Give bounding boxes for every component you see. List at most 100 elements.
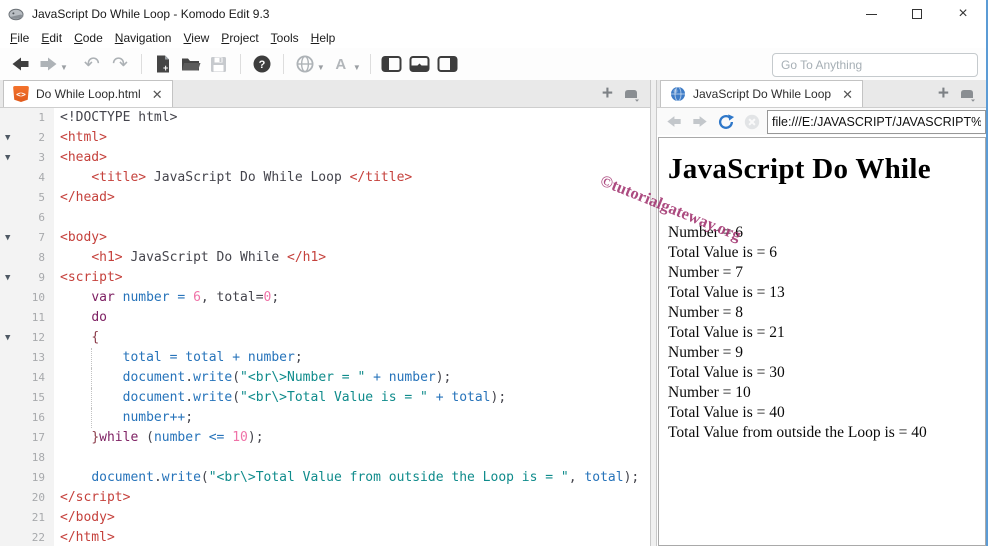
code-editor[interactable]: 1 <!DOCTYPE html> ▼ 2 <html> ▼ 3 <head> 4 <title…	[0, 108, 650, 546]
save-button[interactable]	[206, 51, 232, 77]
preview-tab[interactable]: JavaScript Do While Loop ✕	[660, 80, 863, 107]
menu-view[interactable]: View	[179, 29, 217, 47]
right-pane-icon	[437, 56, 458, 72]
menu-file[interactable]: File	[6, 29, 37, 47]
toggle-right-pane-button[interactable]	[435, 51, 461, 77]
tab-list-icon[interactable]	[959, 86, 977, 102]
code-text: <title> JavaScript Do While Loop </title…	[91, 170, 413, 185]
code-line[interactable]: ▼ 7 <body>	[0, 228, 650, 248]
font-dropdown-caret-icon[interactable]: ▼	[353, 63, 361, 72]
html-file-icon: <>	[13, 86, 29, 102]
line-number: 4	[0, 168, 54, 188]
refresh-icon	[719, 113, 735, 129]
menu-edit[interactable]: Edit	[37, 29, 70, 47]
back-button[interactable]	[7, 51, 33, 77]
new-tab-button[interactable]: +	[602, 84, 613, 103]
editor-tab-bar: <> Do While Loop.html ✕ +	[0, 80, 650, 108]
output-line: Total Value is = 30	[668, 364, 785, 381]
browser-preview-button[interactable]	[292, 51, 318, 77]
code-text: <body>	[60, 230, 107, 245]
line-number: ▼ 9	[0, 268, 54, 288]
code-line[interactable]: ▼ 9 <script>	[0, 268, 650, 288]
browser-back-button[interactable]	[663, 111, 685, 133]
menu-tools[interactable]: Tools	[267, 29, 307, 47]
tab-close-icon[interactable]: ✕	[842, 88, 853, 101]
browser-refresh-button[interactable]	[715, 111, 737, 133]
code-line[interactable]: ▼ 3 <head>	[0, 148, 650, 168]
code-line[interactable]: 5 </head>	[0, 188, 650, 208]
url-bar[interactable]	[767, 109, 986, 134]
help-button[interactable]: ?	[249, 51, 275, 77]
code-line[interactable]: 21 </body>	[0, 508, 650, 528]
tab-close-icon[interactable]: ✕	[152, 88, 163, 101]
stop-icon	[744, 114, 760, 129]
code-line[interactable]: 13 total = total + number;	[0, 348, 650, 368]
toolbar-separator	[239, 54, 241, 74]
open-file-button[interactable]	[178, 51, 204, 77]
code-line[interactable]: 8 <h1> JavaScript Do While </h1>	[0, 248, 650, 268]
close-button[interactable]: ×	[940, 0, 986, 28]
code-text: <head>	[60, 150, 107, 165]
code-line[interactable]: ▼ 12 {	[0, 328, 650, 348]
left-pane-icon	[381, 56, 402, 72]
browser-forward-icon	[693, 116, 707, 127]
line-number: 16	[0, 408, 54, 428]
browser-forward-button[interactable]	[689, 111, 711, 133]
menu-project[interactable]: Project	[217, 29, 266, 47]
code-line[interactable]: ▼ 2 <html>	[0, 128, 650, 148]
font-size-button[interactable]: A	[328, 51, 354, 77]
new-file-icon: +	[156, 55, 169, 73]
browser-toolbar	[657, 108, 986, 135]
code-line[interactable]: 1 <!DOCTYPE html>	[0, 108, 650, 128]
fold-arrow-icon[interactable]: ▼	[5, 148, 10, 168]
redo-button[interactable]: ↷	[107, 51, 133, 77]
window-title: JavaScript Do While Loop - Komodo Edit 9…	[32, 7, 270, 21]
minimize-icon	[865, 13, 877, 15]
maximize-button[interactable]	[894, 0, 940, 28]
fold-arrow-icon[interactable]: ▼	[5, 328, 10, 348]
line-number: 21	[0, 508, 54, 528]
output-line: Total Value is = 6	[668, 244, 777, 261]
code-line[interactable]: 6	[0, 208, 650, 228]
undo-button[interactable]: ↶	[79, 51, 105, 77]
fold-arrow-icon[interactable]: ▼	[5, 268, 10, 288]
code-line[interactable]: 15 document.write("<br\>Total Value is =…	[0, 388, 650, 408]
editor-tab-do-while-loop[interactable]: <> Do While Loop.html ✕	[3, 80, 173, 107]
toolbar-separator	[282, 54, 284, 74]
fold-arrow-icon[interactable]: ▼	[5, 128, 10, 148]
code-line[interactable]: 22 </html>	[0, 528, 650, 546]
menu-help[interactable]: Help	[307, 29, 344, 47]
code-text: <!DOCTYPE html>	[60, 110, 178, 125]
preview-dropdown-caret-icon[interactable]: ▼	[317, 63, 325, 72]
code-line[interactable]: 10 var number = 6, total=0;	[0, 288, 650, 308]
indent-guide	[91, 348, 93, 368]
code-line[interactable]: 14 document.write("<br\>Number = " + num…	[0, 368, 650, 388]
globe-icon	[296, 55, 314, 73]
minimize-button[interactable]	[848, 0, 894, 28]
fold-arrow-icon[interactable]: ▼	[5, 228, 10, 248]
toggle-left-pane-button[interactable]	[379, 51, 405, 77]
menu-code[interactable]: Code	[70, 29, 111, 47]
code-line[interactable]: 11 do	[0, 308, 650, 328]
svg-text:+: +	[163, 63, 168, 73]
new-tab-button[interactable]: +	[938, 84, 949, 103]
menu-navigation[interactable]: Navigation	[111, 29, 180, 47]
indent-guide	[91, 368, 93, 388]
new-file-button[interactable]: +	[150, 51, 176, 77]
forward-button[interactable]	[35, 51, 61, 77]
code-line[interactable]: 20 </script>	[0, 488, 650, 508]
code-line[interactable]: 16 number++;	[0, 408, 650, 428]
back-arrow-icon	[12, 57, 28, 71]
font-icon: A	[335, 55, 347, 73]
pane-splitter[interactable]	[650, 80, 657, 546]
tab-list-icon[interactable]	[623, 86, 641, 102]
browser-stop-button[interactable]	[741, 111, 763, 133]
forward-dropdown-caret-icon[interactable]: ▼	[60, 63, 68, 72]
code-line[interactable]: 4 <title> JavaScript Do While Loop </tit…	[0, 168, 650, 188]
toggle-bottom-pane-button[interactable]	[407, 51, 433, 77]
preview-tab-bar: JavaScript Do While Loop ✕ +	[657, 80, 986, 108]
code-line[interactable]: 19 document.write("<br\>Total Value from…	[0, 468, 650, 488]
go-to-anything-input[interactable]	[772, 53, 978, 77]
code-line[interactable]: 17 }while (number <= 10);	[0, 428, 650, 448]
code-line[interactable]: 18	[0, 448, 650, 468]
